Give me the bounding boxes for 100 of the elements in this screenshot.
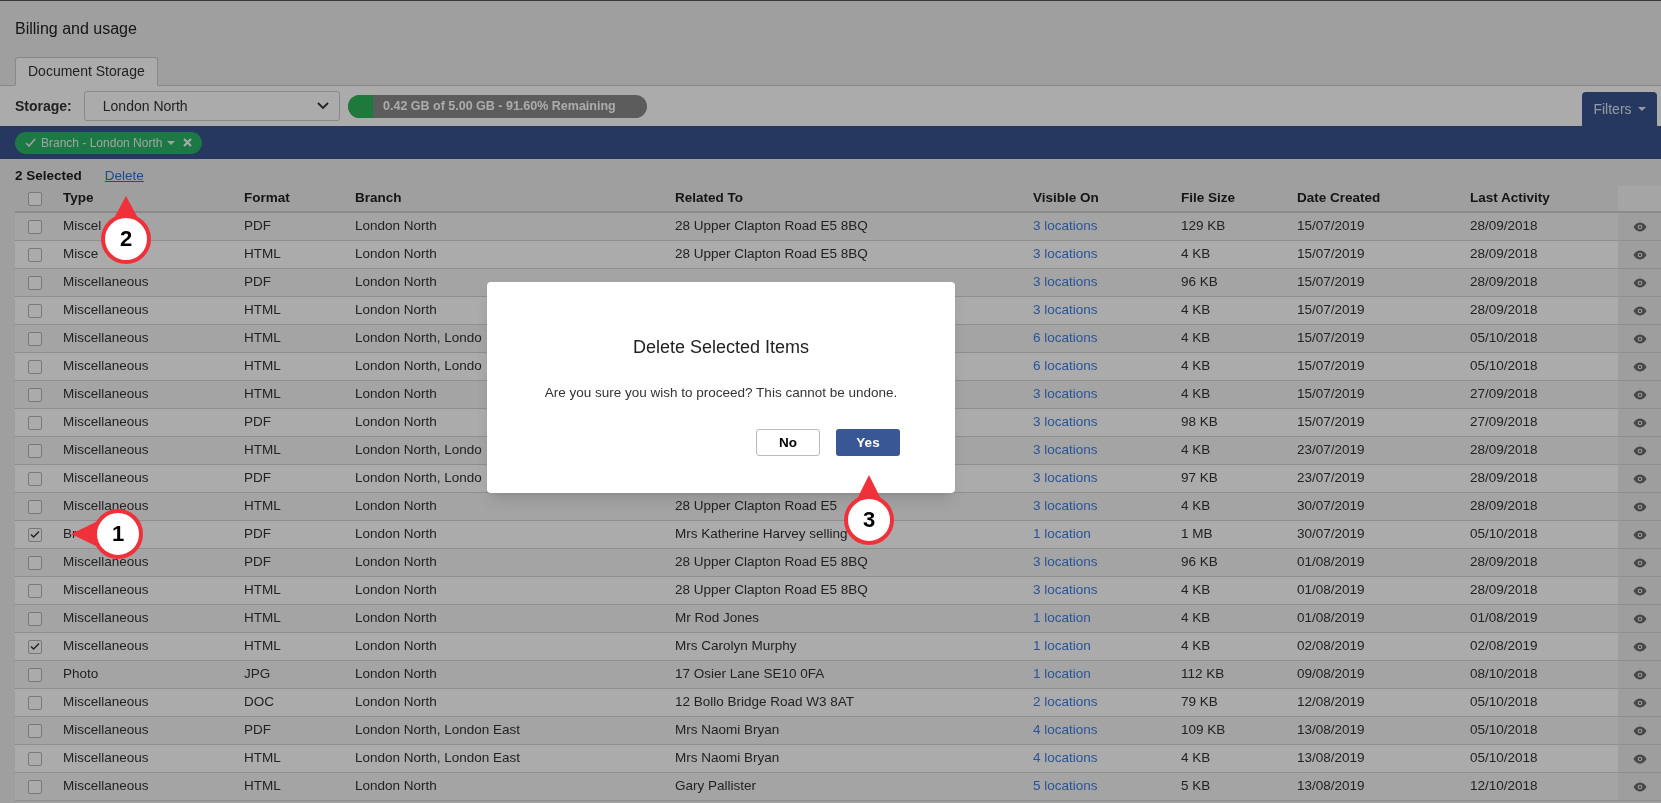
column-header[interactable]: Format bbox=[244, 190, 290, 206]
eye-icon[interactable] bbox=[1632, 417, 1647, 428]
locations-link[interactable]: 3 locations bbox=[1033, 218, 1098, 234]
checkbox[interactable] bbox=[28, 779, 42, 794]
checkbox[interactable] bbox=[28, 639, 42, 654]
table-cell: 28/09/2018 bbox=[1470, 554, 1538, 570]
eye-icon[interactable] bbox=[1632, 585, 1647, 596]
table-cell: 4 KB bbox=[1181, 302, 1211, 318]
table-cell: 4 KB bbox=[1181, 638, 1211, 654]
table-cell: 4 KB bbox=[1181, 750, 1211, 766]
checkbox[interactable] bbox=[28, 219, 42, 234]
eye-icon[interactable] bbox=[1632, 445, 1647, 456]
locations-link[interactable]: 3 locations bbox=[1033, 582, 1098, 598]
eye-icon[interactable] bbox=[1632, 557, 1647, 568]
checkbox[interactable] bbox=[28, 359, 42, 374]
locations-link[interactable]: 6 locations bbox=[1033, 358, 1098, 374]
filters-button[interactable]: Filters bbox=[1582, 92, 1657, 126]
eye-icon[interactable] bbox=[1632, 361, 1647, 372]
eye-icon[interactable] bbox=[1632, 529, 1647, 540]
table-cell: London North bbox=[355, 778, 437, 794]
table-cell: HTML bbox=[244, 442, 281, 458]
close-icon[interactable] bbox=[183, 138, 193, 147]
eye-icon[interactable] bbox=[1632, 277, 1647, 288]
table-cell: 28/09/2018 bbox=[1470, 470, 1538, 486]
locations-link[interactable]: 1 location bbox=[1033, 526, 1091, 542]
locations-link[interactable]: 1 location bbox=[1033, 638, 1091, 654]
tab[interactable]: Document Storage bbox=[15, 57, 158, 86]
checkbox[interactable] bbox=[28, 387, 42, 402]
checkbox[interactable] bbox=[28, 303, 42, 318]
column-header[interactable]: Visible On bbox=[1033, 190, 1099, 206]
locations-link[interactable]: 4 locations bbox=[1033, 722, 1098, 738]
table-cell: PDF bbox=[244, 274, 271, 290]
checkbox[interactable] bbox=[28, 583, 42, 598]
locations-link[interactable]: 3 locations bbox=[1033, 554, 1098, 570]
checkbox[interactable] bbox=[28, 695, 42, 710]
checkbox[interactable] bbox=[28, 527, 42, 542]
eye-icon[interactable] bbox=[1632, 669, 1647, 680]
table-cell: HTML bbox=[244, 498, 281, 514]
locations-link[interactable]: 3 locations bbox=[1033, 386, 1098, 402]
locations-link[interactable]: 6 locations bbox=[1033, 330, 1098, 346]
checkbox[interactable] bbox=[28, 191, 42, 206]
locations-link[interactable]: 5 locations bbox=[1033, 778, 1098, 794]
locations-link[interactable]: 3 locations bbox=[1033, 274, 1098, 290]
table-cell: PDF bbox=[244, 414, 271, 430]
eye-icon[interactable] bbox=[1632, 753, 1647, 764]
locations-link[interactable]: 3 locations bbox=[1033, 246, 1098, 262]
eye-icon[interactable] bbox=[1632, 389, 1647, 400]
table-cell: Miscellaneous bbox=[63, 582, 149, 598]
table-cell: London North bbox=[355, 526, 437, 542]
checkbox[interactable] bbox=[28, 275, 42, 290]
eye-icon[interactable] bbox=[1632, 221, 1647, 232]
column-header[interactable]: Date Created bbox=[1297, 190, 1381, 206]
table-cell: HTML bbox=[244, 386, 281, 402]
eye-icon[interactable] bbox=[1632, 781, 1647, 792]
eye-icon[interactable] bbox=[1632, 305, 1647, 316]
checkbox[interactable] bbox=[28, 751, 42, 766]
table-cell: 15/07/2019 bbox=[1297, 358, 1365, 374]
eye-icon[interactable] bbox=[1632, 473, 1647, 484]
table-cell: Misce bbox=[63, 246, 99, 262]
column-header[interactable]: Last Activity bbox=[1470, 190, 1550, 206]
locations-link[interactable]: 2 locations bbox=[1033, 694, 1098, 710]
table-cell: 15/07/2019 bbox=[1297, 246, 1365, 262]
storage-select[interactable]: London North bbox=[83, 91, 340, 121]
column-header[interactable]: Related To bbox=[675, 190, 743, 206]
locations-link[interactable]: 3 locations bbox=[1033, 442, 1098, 458]
checkbox[interactable] bbox=[28, 331, 42, 346]
checkbox[interactable] bbox=[28, 471, 42, 486]
checkbox[interactable] bbox=[28, 555, 42, 570]
eye-icon[interactable] bbox=[1632, 501, 1647, 512]
eye-icon[interactable] bbox=[1632, 249, 1647, 260]
checkbox[interactable] bbox=[28, 415, 42, 430]
table-cell: 01/08/2019 bbox=[1470, 610, 1538, 626]
column-header[interactable]: Branch bbox=[355, 190, 402, 206]
locations-link[interactable]: 4 locations bbox=[1033, 750, 1098, 766]
eye-icon[interactable] bbox=[1632, 725, 1647, 736]
cancel-button[interactable]: No bbox=[756, 429, 820, 457]
checkbox[interactable] bbox=[28, 499, 42, 514]
eye-icon[interactable] bbox=[1632, 613, 1647, 624]
locations-link[interactable]: 3 locations bbox=[1033, 470, 1098, 486]
eye-icon[interactable] bbox=[1632, 333, 1647, 344]
locations-link[interactable]: 3 locations bbox=[1033, 414, 1098, 430]
filter-chip[interactable]: Branch - London North bbox=[15, 131, 203, 154]
checkbox[interactable] bbox=[28, 611, 42, 626]
chip-label: Branch - London North bbox=[41, 134, 163, 152]
table-cell: HTML bbox=[244, 778, 281, 794]
locations-link[interactable]: 1 location bbox=[1033, 610, 1091, 626]
locations-link[interactable]: 3 locations bbox=[1033, 498, 1098, 514]
confirm-button[interactable]: Yes bbox=[836, 429, 900, 457]
checkbox[interactable] bbox=[28, 723, 42, 738]
table-cell: 05/10/2018 bbox=[1470, 750, 1538, 766]
locations-link[interactable]: 3 locations bbox=[1033, 302, 1098, 318]
eye-icon[interactable] bbox=[1632, 697, 1647, 708]
column-header[interactable]: Type bbox=[63, 190, 94, 206]
eye-icon[interactable] bbox=[1632, 641, 1647, 652]
locations-link[interactable]: 1 location bbox=[1033, 666, 1091, 682]
checkbox[interactable] bbox=[28, 443, 42, 458]
column-header[interactable]: File Size bbox=[1181, 190, 1236, 206]
delete-link[interactable]: Delete bbox=[104, 165, 144, 186]
checkbox[interactable] bbox=[28, 247, 42, 262]
checkbox[interactable] bbox=[28, 667, 42, 682]
